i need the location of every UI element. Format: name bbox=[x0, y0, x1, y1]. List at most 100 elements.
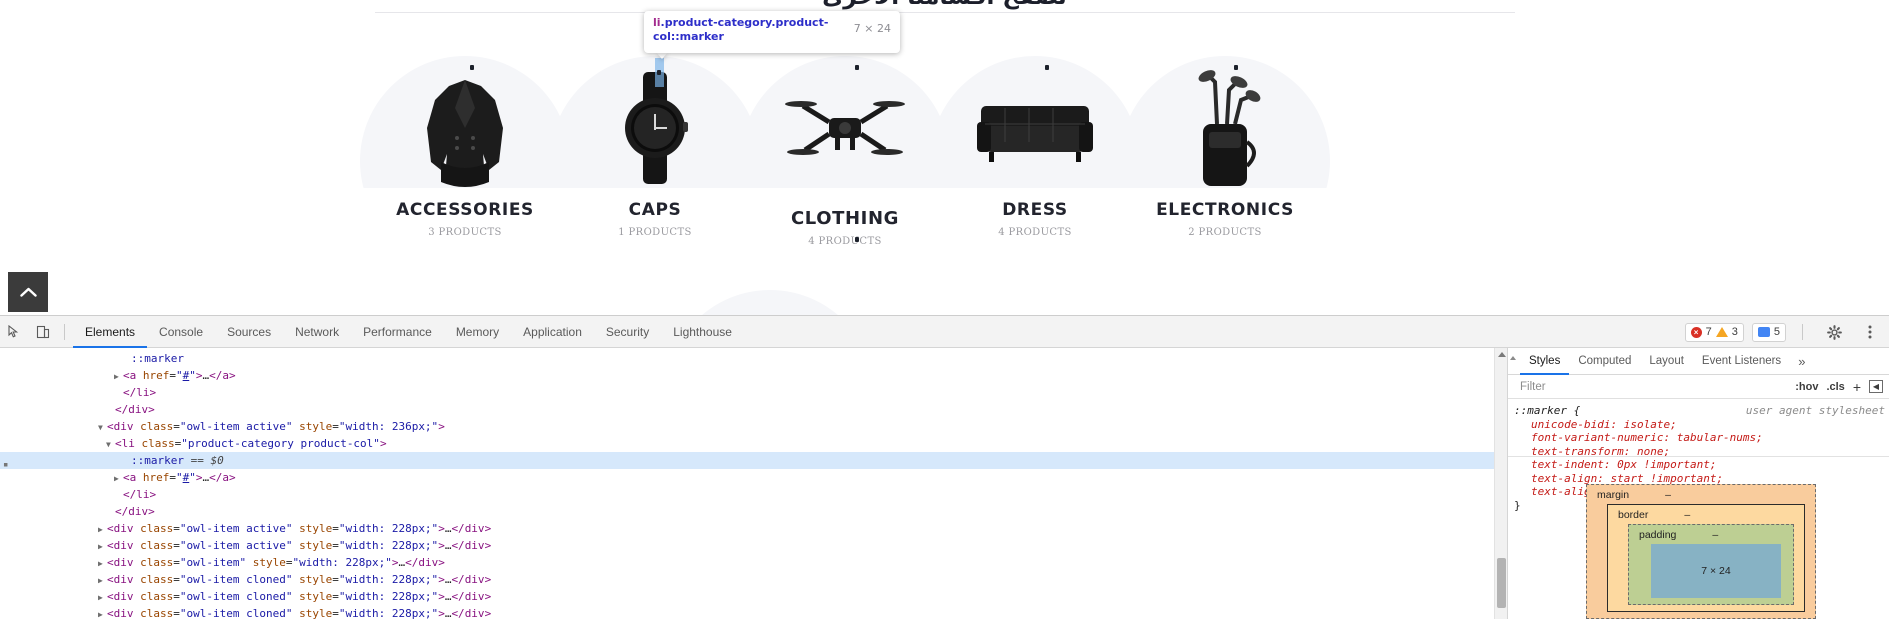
css-value[interactable]: tabular-nums; bbox=[1677, 431, 1763, 444]
box-model-diagram: margin – border – padding – 7 × 24 bbox=[1586, 484, 1816, 619]
expand-toggle-icon[interactable]: ▶ bbox=[98, 555, 107, 572]
dom-tree-row[interactable]: ▶ <a href="#">…</a> bbox=[0, 469, 1507, 486]
dom-tree-row[interactable]: ::marker bbox=[0, 350, 1507, 367]
tab-layout[interactable]: Layout bbox=[1640, 348, 1693, 375]
warning-icon bbox=[1715, 327, 1728, 337]
category-name: CAPS bbox=[628, 200, 682, 220]
box-model-border-value[interactable]: – bbox=[1684, 509, 1690, 521]
css-property[interactable]: text-align bbox=[1531, 472, 1597, 485]
styles-section-divider bbox=[1508, 456, 1889, 457]
box-model-margin-value[interactable]: – bbox=[1665, 489, 1671, 501]
tab-application[interactable]: Application bbox=[511, 316, 594, 348]
css-rule-header[interactable]: ::marker { user agent stylesheet bbox=[1514, 404, 1889, 418]
expand-toggle-icon[interactable]: ▶ bbox=[98, 606, 107, 619]
css-value[interactable]: start !important; bbox=[1610, 472, 1723, 485]
dom-tree-row[interactable]: ▼ <li class="product-category product-col… bbox=[0, 435, 1507, 452]
expand-toggle-icon[interactable]: ▶ bbox=[98, 521, 107, 538]
expand-toggle-icon[interactable]: ▶ bbox=[98, 589, 107, 606]
tab-styles[interactable]: Styles bbox=[1520, 348, 1569, 375]
css-declaration[interactable]: font-variant-numeric: tabular-nums; bbox=[1514, 431, 1889, 445]
toggle-sidebar-button[interactable]: ◀ bbox=[1869, 380, 1883, 393]
css-declaration[interactable]: text-align: start !important; bbox=[1514, 472, 1889, 486]
scroll-up-arrow-icon[interactable] bbox=[1498, 352, 1506, 357]
category-thumbnail bbox=[930, 56, 1140, 188]
device-toolbar-icon[interactable] bbox=[30, 319, 56, 345]
dom-tree-row[interactable]: ▶ <a href="#">…</a> bbox=[0, 367, 1507, 384]
more-tabs-button[interactable]: » bbox=[1790, 354, 1813, 369]
gear-icon[interactable] bbox=[1821, 319, 1847, 345]
dom-tree[interactable]: ::marker ▶ <a href="#">…</a> </li> </div> ▼ <d… bbox=[0, 348, 1507, 619]
category-item-electronics[interactable]: ELECTRONICS 2 PRODUCTS bbox=[1120, 56, 1330, 238]
issues-counter[interactable]: × 7 3 bbox=[1684, 322, 1744, 342]
css-property[interactable]: unicode-bidi bbox=[1531, 418, 1610, 431]
css-value[interactable]: isolate; bbox=[1624, 418, 1677, 431]
golf-clubs-photo bbox=[1198, 70, 1261, 186]
tab-computed[interactable]: Computed bbox=[1569, 348, 1640, 375]
box-model-border[interactable]: border – padding – 7 × 24 bbox=[1607, 504, 1805, 612]
tooltip-dimensions: 7 × 24 bbox=[853, 22, 891, 35]
chevron-up-icon bbox=[19, 287, 37, 297]
dom-tree-row[interactable]: ▶ <div class="owl-item active" style="wid… bbox=[0, 537, 1507, 554]
heading-divider bbox=[375, 12, 1515, 13]
box-model-margin[interactable]: margin – border – padding – 7 × 24 bbox=[1586, 484, 1816, 619]
category-name: ELECTRONICS bbox=[1156, 200, 1294, 220]
category-thumbnail bbox=[740, 56, 950, 188]
expand-toggle-icon[interactable]: ▼ bbox=[98, 419, 107, 436]
dom-tree-row[interactable]: ▼ <div class="owl-item active" style="wid… bbox=[0, 418, 1507, 435]
warning-count: 3 bbox=[1731, 326, 1738, 338]
cls-button[interactable]: .cls bbox=[1826, 381, 1844, 393]
css-property[interactable]: font-variant-numeric bbox=[1531, 431, 1663, 444]
box-model-padding[interactable]: padding – 7 × 24 bbox=[1628, 524, 1794, 605]
expand-toggle-icon[interactable]: ▶ bbox=[98, 572, 107, 589]
css-property[interactable]: text-indent bbox=[1531, 458, 1604, 471]
expand-toggle-icon[interactable]: ▶ bbox=[98, 538, 107, 555]
dom-tree-row[interactable]: ▶ <div class="owl-item active" style="wid… bbox=[0, 520, 1507, 537]
dom-tree-row[interactable]: ▶ <div class="owl-item cloned" style="wid… bbox=[0, 605, 1507, 619]
category-item-clothing[interactable]: CLOTHING 4 PRODUCTS bbox=[740, 56, 950, 247]
dom-tree-row[interactable]: </div> bbox=[0, 503, 1507, 520]
css-declaration[interactable]: text-indent: 0px !important; bbox=[1514, 458, 1889, 472]
scroll-to-top-button[interactable] bbox=[8, 272, 48, 312]
tab-lighthouse[interactable]: Lighthouse bbox=[661, 316, 744, 348]
dom-tree-scrollbar[interactable] bbox=[1494, 348, 1507, 619]
tab-event-listeners[interactable]: Event Listeners bbox=[1693, 348, 1790, 375]
category-carousel[interactable]: ACCESSORIES 3 PRODUCTS CAPS 1 PRODUCTS C… bbox=[360, 56, 1530, 276]
dom-tree-row[interactable]: </li> bbox=[0, 486, 1507, 503]
message-count: 5 bbox=[1773, 326, 1780, 338]
css-declaration[interactable]: unicode-bidi: isolate; bbox=[1514, 418, 1889, 432]
list-marker-dot bbox=[657, 70, 661, 75]
messages-counter[interactable]: 5 bbox=[1751, 322, 1786, 342]
inspect-element-icon[interactable] bbox=[2, 319, 28, 345]
tab-security[interactable]: Security bbox=[594, 316, 661, 348]
dom-tree-row[interactable]: ▶ <div class="owl-item cloned" style="wid… bbox=[0, 588, 1507, 605]
box-model-padding-value[interactable]: – bbox=[1712, 529, 1718, 541]
dom-tree-row[interactable]: ▶ <div class="owl-item cloned" style="wid… bbox=[0, 571, 1507, 588]
tab-memory[interactable]: Memory bbox=[444, 316, 511, 348]
devtools-body: ::marker ▶ <a href="#">…</a> </li> </div> ▼ <d… bbox=[0, 348, 1889, 619]
hov-button[interactable]: :hov bbox=[1795, 381, 1818, 393]
styles-filter-input[interactable] bbox=[1518, 379, 1788, 394]
sidebar-resize-arrow-icon[interactable] bbox=[1510, 356, 1516, 360]
dom-tree-row-selected[interactable]: ▪::marker == $0 bbox=[0, 452, 1507, 470]
category-item-accessories[interactable]: ACCESSORIES 3 PRODUCTS bbox=[360, 56, 570, 238]
dom-tree-row[interactable]: </li> bbox=[0, 384, 1507, 401]
kebab-menu-icon[interactable] bbox=[1857, 319, 1883, 345]
box-model-content[interactable]: 7 × 24 bbox=[1651, 544, 1781, 598]
dom-tree-row[interactable]: </div> bbox=[0, 401, 1507, 418]
tab-console[interactable]: Console bbox=[147, 316, 215, 348]
category-item-dress[interactable]: DRESS 4 PRODUCTS bbox=[930, 56, 1140, 238]
tab-network[interactable]: Network bbox=[283, 316, 351, 348]
tab-performance[interactable]: Performance bbox=[351, 316, 444, 348]
scrollbar-thumb[interactable] bbox=[1497, 558, 1506, 608]
dom-tree-row[interactable]: ▶ <div class="owl-item" style="width: 228… bbox=[0, 554, 1507, 571]
css-value[interactable]: 0px !important; bbox=[1617, 458, 1716, 471]
expand-toggle-icon[interactable]: ▶ bbox=[114, 470, 123, 487]
tab-elements[interactable]: Elements bbox=[73, 316, 147, 348]
new-style-rule-button[interactable]: + bbox=[1853, 379, 1861, 395]
tab-sources[interactable]: Sources bbox=[215, 316, 283, 348]
tooltip-arrow bbox=[656, 52, 668, 59]
css-selector[interactable]: ::marker { bbox=[1514, 404, 1580, 417]
dom-tree-panel[interactable]: ::marker ▶ <a href="#">…</a> </li> </div> ▼ <d… bbox=[0, 348, 1508, 619]
expand-toggle-icon[interactable]: ▼ bbox=[106, 436, 115, 453]
expand-toggle-icon[interactable]: ▶ bbox=[114, 368, 123, 385]
